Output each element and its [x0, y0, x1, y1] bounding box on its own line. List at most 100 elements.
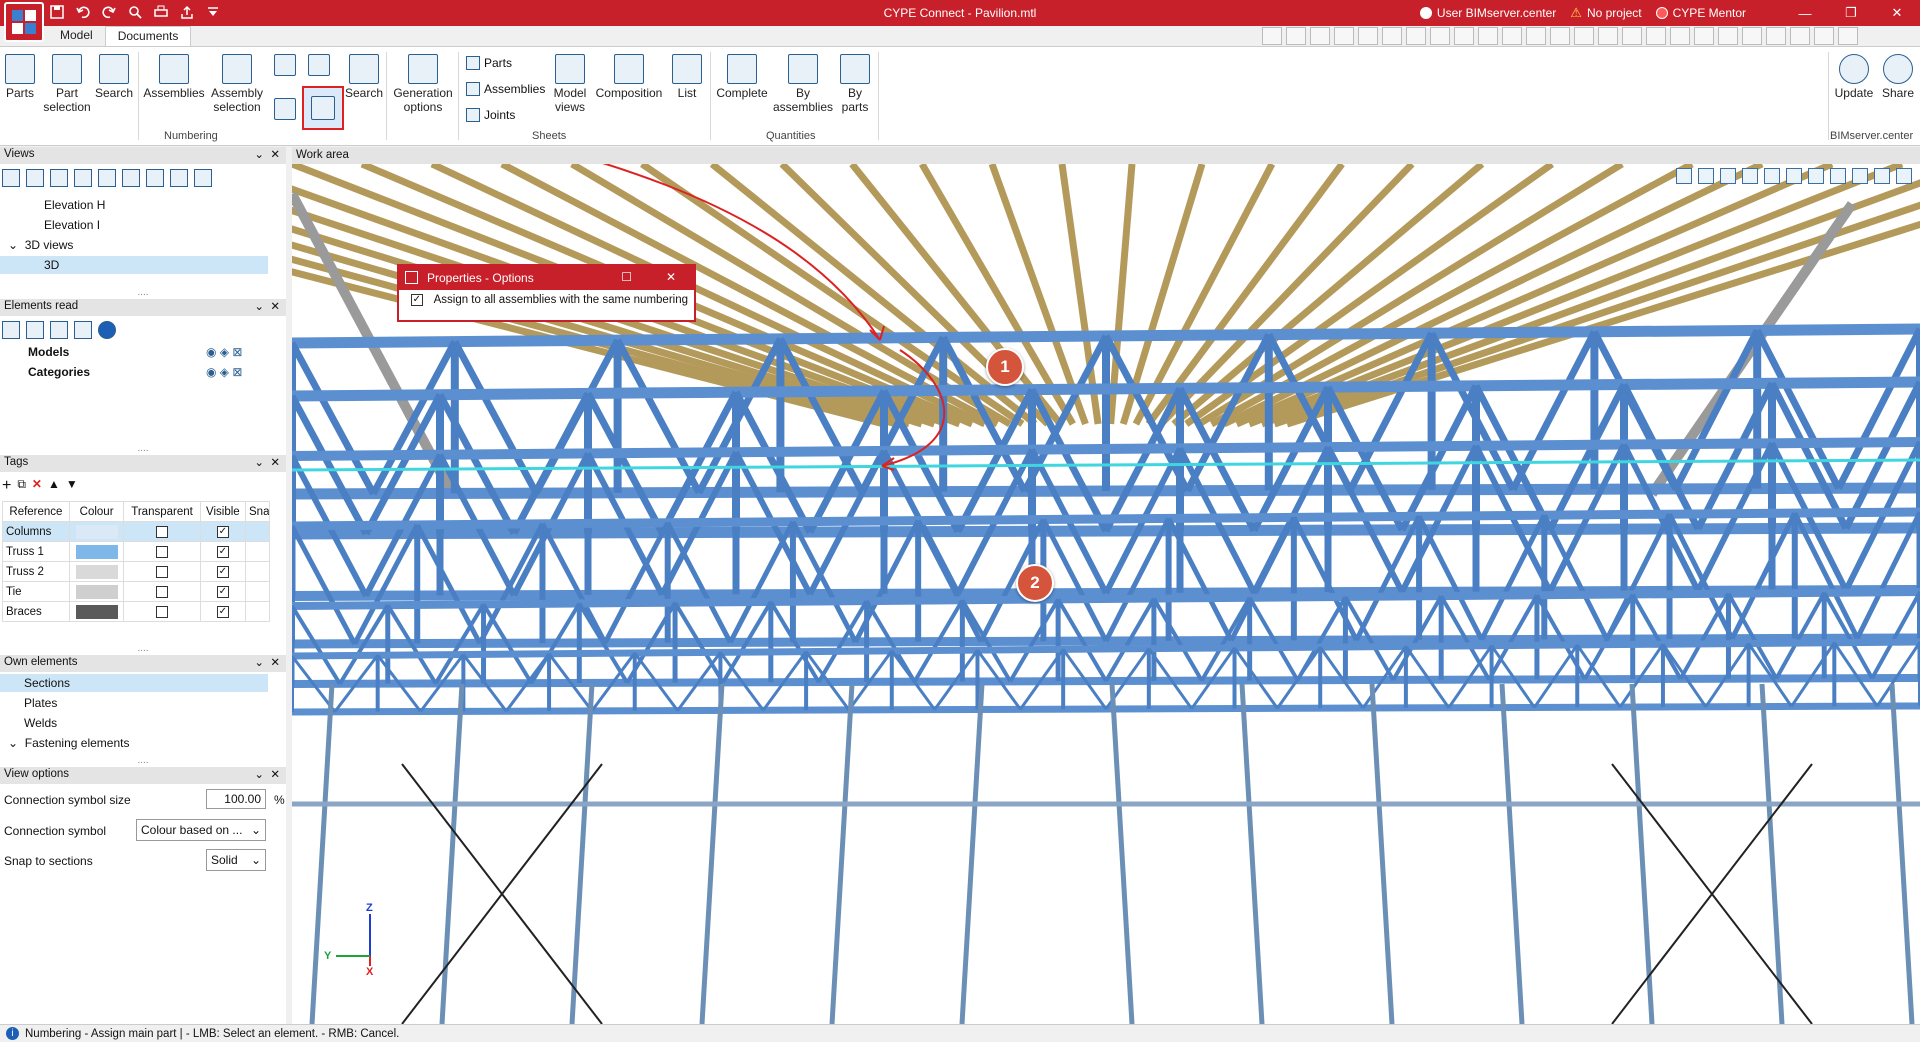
anchor-icon[interactable]: [1742, 168, 1758, 184]
tool-help-icon[interactable]: [1838, 27, 1858, 45]
tool-zoom-all-icon[interactable]: [1286, 27, 1306, 45]
resize-grip[interactable]: ....: [0, 755, 286, 766]
tag-colour[interactable]: [68, 601, 125, 622]
tool-panels-icon[interactable]: [1766, 27, 1786, 45]
panel-controls[interactable]: ⌄ ✕: [254, 299, 280, 313]
own-item-sections[interactable]: Sections: [0, 674, 268, 692]
model-views-button[interactable]: Model views: [550, 50, 590, 114]
cube-view-icon[interactable]: [1698, 168, 1714, 184]
tool-measure-icon[interactable]: [1598, 27, 1618, 45]
view-item-elevation-i[interactable]: Elevation I: [44, 218, 100, 232]
transparent-checkbox[interactable]: [156, 545, 169, 558]
axis-view-icon[interactable]: [98, 169, 116, 187]
by-parts-button[interactable]: By parts: [836, 50, 874, 114]
panel-controls[interactable]: ⌄ ✕: [254, 767, 280, 781]
tag-row[interactable]: Tie ✓: [2, 581, 270, 602]
tag-visible[interactable]: ✓: [199, 541, 247, 562]
tool-layers-icon[interactable]: [1454, 27, 1474, 45]
orbit-icon[interactable]: [1720, 168, 1736, 184]
tag-visible[interactable]: ✓: [199, 521, 247, 542]
info-icon[interactable]: [98, 321, 116, 339]
render-icon[interactable]: [1874, 168, 1890, 184]
dialog-maximize-button[interactable]: ☐: [621, 270, 632, 284]
wireframe-icon[interactable]: [1852, 168, 1868, 184]
transparent-checkbox[interactable]: [156, 605, 169, 618]
view-item-3d[interactable]: 3D: [0, 256, 268, 274]
camera-icon[interactable]: [122, 169, 140, 187]
delete-view-icon[interactable]: [74, 169, 92, 187]
visible-checkbox[interactable]: ✓: [216, 605, 229, 618]
minimize-button[interactable]: —: [1782, 0, 1828, 26]
tool-table-icon[interactable]: [1550, 27, 1570, 45]
tag-snap[interactable]: [245, 521, 270, 542]
numbering-edit-button[interactable]: [304, 52, 334, 82]
part-selection-button[interactable]: Part selection: [40, 50, 94, 114]
visible-checkbox[interactable]: ✓: [216, 545, 229, 558]
add-icon[interactable]: +: [2, 477, 11, 495]
by-assemblies-button[interactable]: By assemblies: [772, 50, 834, 114]
tool-copy-icon[interactable]: [1430, 27, 1450, 45]
view-group-3d[interactable]: ⌄ 3D views: [8, 238, 73, 252]
tool-snap-icon[interactable]: [1478, 27, 1498, 45]
transparent-checkbox[interactable]: [156, 525, 169, 538]
sheets-parts-button[interactable]: Parts: [466, 56, 512, 70]
visibility-icon[interactable]: ◉ ◈ ⊠: [206, 345, 242, 359]
close-button[interactable]: ✕: [1874, 0, 1920, 26]
panel-controls[interactable]: ⌄ ✕: [254, 655, 280, 669]
tag-snap[interactable]: [245, 561, 270, 582]
search-numbering-button[interactable]: Search: [342, 50, 386, 100]
generation-options-button[interactable]: Generation options: [390, 50, 456, 114]
tab-documents[interactable]: Documents: [104, 26, 192, 46]
move-up-icon[interactable]: ▲: [48, 477, 60, 495]
tag-snap[interactable]: [245, 601, 270, 622]
tag-row[interactable]: Truss 1 ✓: [2, 541, 270, 562]
tool-grid-icon[interactable]: [1358, 27, 1378, 45]
plane-icon[interactable]: [1786, 168, 1802, 184]
app-logo[interactable]: [4, 2, 44, 42]
numbering-tool-2-button[interactable]: [270, 96, 300, 126]
edit-view-icon[interactable]: [50, 169, 68, 187]
numbering-tool-1-button[interactable]: [270, 52, 300, 82]
tool-refresh-icon[interactable]: [1334, 27, 1354, 45]
assemblies-button[interactable]: Assemblies: [142, 50, 206, 100]
grid-view-icon[interactable]: [170, 169, 188, 187]
tool-box-icon[interactable]: [1526, 27, 1546, 45]
resize-grip[interactable]: ....: [0, 287, 286, 298]
add-view-2-icon[interactable]: [26, 169, 44, 187]
tool-undo-view-icon[interactable]: [1262, 27, 1282, 45]
snap-select[interactable]: Solid ⌄: [206, 849, 266, 871]
tool-comment-icon[interactable]: [1718, 27, 1738, 45]
assign-all-checkbox[interactable]: ✓: [410, 294, 423, 306]
tag-visible[interactable]: ✓: [199, 561, 247, 582]
grid-view-2-icon[interactable]: [194, 169, 212, 187]
tool-magnet-icon[interactable]: [1502, 27, 1522, 45]
visible-checkbox[interactable]: ✓: [216, 525, 229, 538]
resize-grip[interactable]: ....: [0, 643, 286, 654]
delete-icon[interactable]: ✕: [32, 477, 42, 495]
tag-colour[interactable]: [68, 521, 125, 542]
assign-main-part-button[interactable]: [302, 86, 344, 130]
tag-row[interactable]: Braces ✓: [2, 601, 270, 622]
own-item-fastening[interactable]: ⌄ Fastening elements: [8, 736, 129, 750]
visible-checkbox[interactable]: ✓: [216, 585, 229, 598]
tag-transparent[interactable]: [123, 581, 201, 602]
symbol-size-input[interactable]: 100.00: [206, 789, 266, 809]
view-item-elevation-h[interactable]: Elevation H: [44, 198, 105, 212]
user-link[interactable]: User BIMserver.center: [1419, 6, 1556, 20]
tool-screen-icon[interactable]: [1742, 27, 1762, 45]
resize-grip[interactable]: ....: [0, 443, 286, 454]
composition-button[interactable]: Composition: [592, 50, 666, 100]
grid-icon[interactable]: [1808, 168, 1824, 184]
connection-symbol-select[interactable]: Colour based on ... ⌄: [136, 819, 266, 841]
tree-item-models[interactable]: Models: [28, 345, 69, 359]
share-button[interactable]: Share: [1878, 50, 1918, 100]
complete-button[interactable]: Complete: [714, 50, 770, 100]
tool-scale-icon[interactable]: [1622, 27, 1642, 45]
tab-model[interactable]: Model: [48, 26, 105, 46]
copy-icon[interactable]: ⧉: [17, 477, 26, 495]
mentor-link[interactable]: CYPE Mentor: [1655, 6, 1746, 20]
tag-colour[interactable]: [68, 581, 125, 602]
sheets-joints-button[interactable]: Joints: [466, 108, 515, 122]
own-item-welds[interactable]: Welds: [24, 716, 57, 730]
tool-select-icon[interactable]: [1694, 27, 1714, 45]
